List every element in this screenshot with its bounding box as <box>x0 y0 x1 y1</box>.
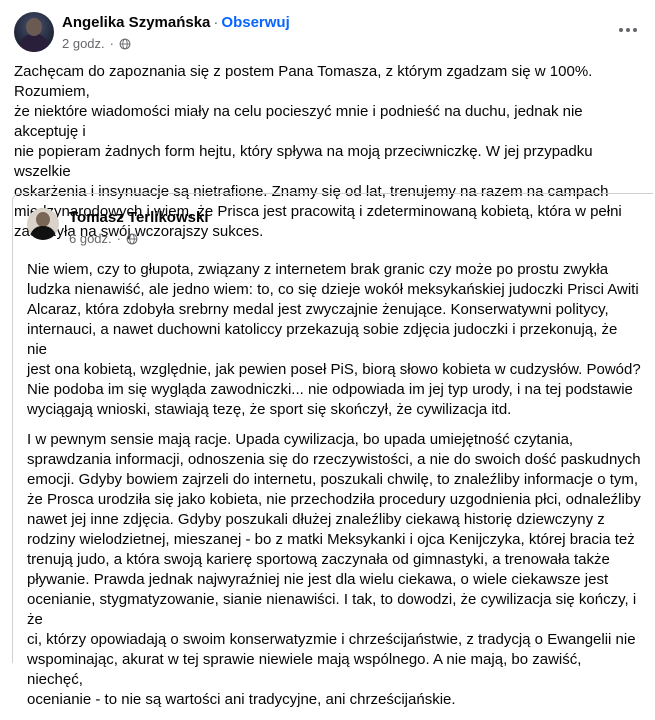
author-line: Angelika Szymańska · Obserwuj <box>62 13 290 32</box>
more-options-icon[interactable] <box>612 18 644 42</box>
shared-post-time[interactable]: 6 godz. <box>69 231 112 247</box>
post-header: Angelika Szymańska · Obserwuj 2 godz. · <box>14 12 644 56</box>
shared-paragraph: Nie wiem, czy to głupota, związany z int… <box>27 261 641 418</box>
separator-dot: · <box>116 231 121 246</box>
separator-dot: · <box>109 36 114 51</box>
shared-paragraph: I w pewnym sensie mają racje. Upada cywi… <box>27 431 641 708</box>
shared-post-text: Nie wiem, czy to głupota, związany z int… <box>27 260 641 720</box>
separator-dot: · <box>213 14 219 31</box>
post-meta: 2 godz. · <box>62 36 131 52</box>
avatar[interactable] <box>27 208 59 240</box>
globe-icon <box>126 233 138 245</box>
follow-button[interactable]: Obserwuj <box>221 14 289 31</box>
globe-icon <box>119 38 131 50</box>
post-time[interactable]: 2 godz. <box>62 36 105 52</box>
author-name[interactable]: Angelika Szymańska <box>62 14 210 31</box>
avatar[interactable] <box>14 12 54 52</box>
shared-author-name[interactable]: Tomasz Terlikowski <box>69 208 209 227</box>
shared-post-meta: 6 godz. · <box>69 231 138 247</box>
shared-post[interactable]: Tomasz Terlikowski 6 godz. · Nie wiem, c… <box>12 193 653 708</box>
